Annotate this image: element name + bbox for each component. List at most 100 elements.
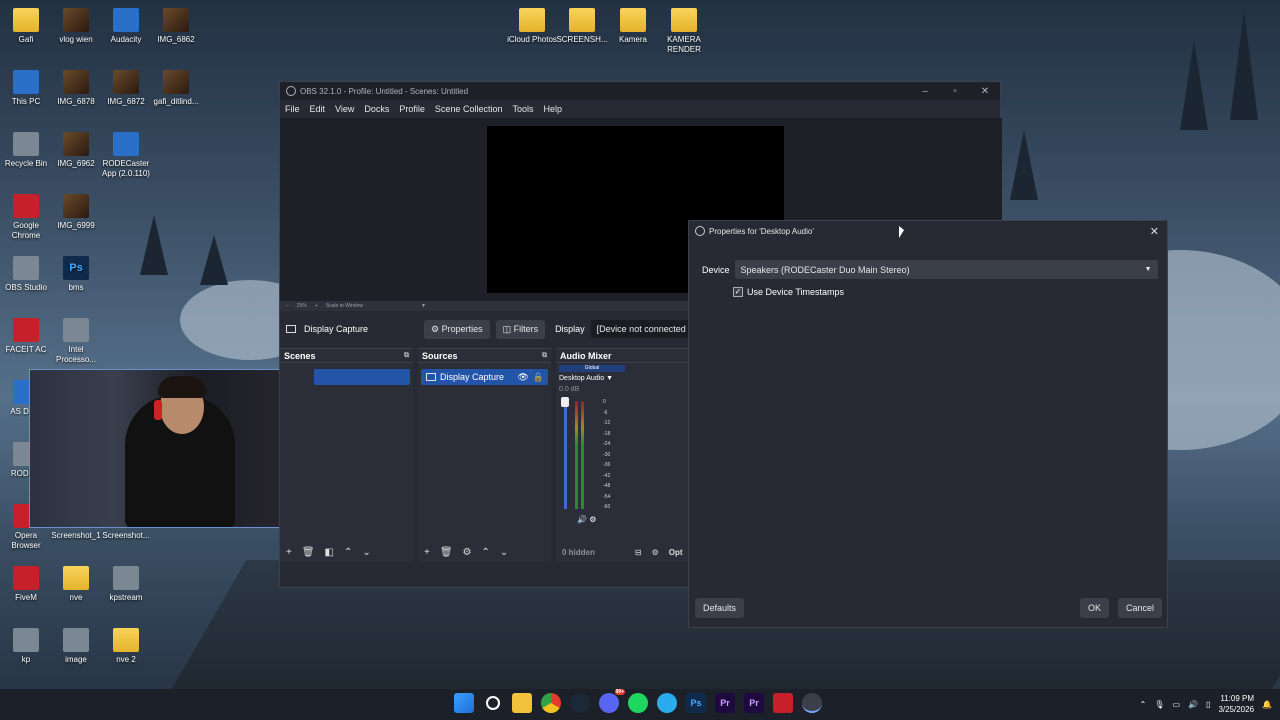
scene-item-selected[interactable] [314,369,410,385]
discord-icon[interactable]: 99+ [599,689,625,713]
mixer-opt-label[interactable]: Opt [669,548,683,557]
desktop-icon[interactable]: image [50,628,102,665]
volume-icon[interactable]: 🔊 [1188,700,1198,709]
premiere-icon[interactable]: Pr [715,693,735,713]
volume-fader[interactable] [564,401,567,509]
desktop-icon[interactable]: IMG_6872 [100,70,152,107]
battery-icon[interactable]: ▯ [1206,700,1210,709]
move-down-button[interactable]: ⌄ [362,547,370,558]
microphone-icon[interactable]: 🎙 [1154,700,1164,709]
filters-button[interactable]: ◫ Filters [495,319,546,339]
desktop-icon[interactable]: kpstream [100,566,152,603]
search-icon[interactable] [486,696,500,710]
close-icon[interactable]: ✕ [1150,225,1159,238]
mixer-global-tab[interactable]: Global [559,365,625,372]
desktop-icon[interactable]: iCloud Photos [506,8,558,45]
notification-icon[interactable]: 🔔 [1262,700,1272,709]
scene-filters-button[interactable]: ◧ [325,547,334,558]
mixer-channel-header[interactable]: Desktop Audio ▼ [559,375,625,382]
device-select[interactable]: Speakers (RODECaster Duo Main Stereo) ▼ [734,260,1158,279]
obs-title-bar[interactable]: OBS 32.1.0 - Profile: Untitled - Scenes:… [280,82,1000,100]
maximize-icon[interactable]: ▫ [940,86,970,97]
desktop-icon[interactable]: KAMERA RENDER [658,8,710,55]
remove-source-button[interactable]: 🗑 [440,547,453,558]
spotify-icon[interactable] [628,693,648,713]
chevron-up-icon[interactable]: ⌃ [1140,700,1147,709]
speaker-icon[interactable]: 🔊 [577,515,587,524]
desktop-icon[interactable]: vlog wien [50,8,102,45]
chevron-down-icon[interactable]: ▼ [421,303,426,309]
windows-start-icon[interactable] [454,693,474,713]
desktop-icon[interactable]: nve [50,566,102,603]
source-settings-button[interactable]: ⚙ [463,547,472,558]
mixer-layout-button[interactable]: ⊟ [635,548,642,557]
network-icon[interactable]: ▭ [1173,700,1181,709]
minimize-icon[interactable]: – [910,86,940,97]
desktop-icon[interactable]: Recycle Bin [0,132,52,169]
move-down-button[interactable]: ⌄ [500,547,508,558]
folder-icon [113,628,139,652]
scale-mode[interactable]: Scale to Window [326,303,363,309]
move-up-button[interactable]: ⌃ [344,547,352,558]
undock-icon[interactable]: ⧉ [404,352,409,360]
display-select[interactable]: [Device not connected [590,320,692,338]
taskbar-apps: 99+ Ps Pr Pr [454,689,822,713]
undock-icon[interactable]: ⧉ [542,352,547,360]
menu-file[interactable]: File [285,104,300,114]
dialog-title-bar[interactable]: Properties for 'Desktop Audio' ✕ [689,221,1167,241]
clock[interactable]: 11:09 PM 3/25/2026 [1218,693,1254,715]
desktop-icon[interactable]: FiveM [0,566,52,603]
photoshop-icon[interactable]: Ps [686,693,706,713]
menu-view[interactable]: View [335,104,354,114]
volume-fader-handle[interactable] [561,397,569,407]
menu-help[interactable]: Help [543,104,562,114]
add-scene-button[interactable]: + [286,547,292,558]
properties-button[interactable]: ⚙ Properties [424,319,490,339]
desktop-icon[interactable]: IMG_6862 [150,8,202,45]
menu-tools[interactable]: Tools [512,104,533,114]
desktop-icon[interactable]: Ps bms [50,256,102,293]
zoom-out-button[interactable]: – [286,303,289,309]
desktop-icon[interactable]: SCREENSH... [556,8,608,45]
timestamps-checkbox[interactable]: ✓ [733,287,743,297]
lock-icon[interactable]: 🔒 [533,372,544,383]
chrome-icon[interactable] [541,693,561,713]
desktop-icon[interactable]: gafi_ditlind... [150,70,202,107]
desktop-icon[interactable]: OBS Studio [0,256,52,293]
obs-icon[interactable] [802,693,822,713]
desktop-icon[interactable]: nve 2 [100,628,152,665]
desktop-icon[interactable]: Intel Processo... [50,318,102,365]
menu-docks[interactable]: Docks [364,104,389,114]
ok-button[interactable]: OK [1080,598,1110,618]
desktop-icon[interactable]: RODECaster App (2.0.110) [100,132,152,179]
mixer-settings-icon[interactable]: ⚙ [589,515,596,524]
acrobat-icon[interactable] [773,693,793,713]
telegram-icon[interactable] [657,693,677,713]
add-source-button[interactable]: + [424,547,430,558]
steam-icon[interactable] [570,693,590,713]
defaults-button[interactable]: Defaults [695,598,745,618]
close-icon[interactable]: ✕ [970,86,1000,97]
desktop-icon[interactable]: Gafi [0,8,52,45]
desktop-icon[interactable]: FACEIT AC [0,318,52,355]
visibility-eye-icon[interactable]: 👁 [517,372,528,383]
desktop-icon[interactable]: This PC [0,70,52,107]
remove-scene-button[interactable]: 🗑 [302,547,315,558]
menu-scene-collection[interactable]: Scene Collection [435,104,503,114]
desktop-icon[interactable]: IMG_6962 [50,132,102,169]
premiere-icon[interactable]: Pr [744,693,764,713]
desktop-icon[interactable]: Audacity [100,8,152,45]
desktop-icon[interactable]: kp [0,628,52,665]
desktop-icon[interactable]: IMG_6878 [50,70,102,107]
desktop-icon[interactable]: Google Chrome [0,194,52,241]
zoom-in-button[interactable]: + [315,303,318,309]
cancel-button[interactable]: Cancel [1118,598,1163,618]
desktop-icon[interactable]: IMG_6999 [50,194,102,231]
desktop-icon[interactable]: Kamera [607,8,659,45]
move-up-button[interactable]: ⌃ [482,547,490,558]
menu-edit[interactable]: Edit [310,104,326,114]
source-item[interactable]: Display Capture 👁 🔒 [421,369,548,385]
mixer-advanced-icon[interactable]: ⚙ [652,548,659,557]
menu-profile[interactable]: Profile [399,104,425,114]
file-explorer-icon[interactable] [512,693,532,713]
